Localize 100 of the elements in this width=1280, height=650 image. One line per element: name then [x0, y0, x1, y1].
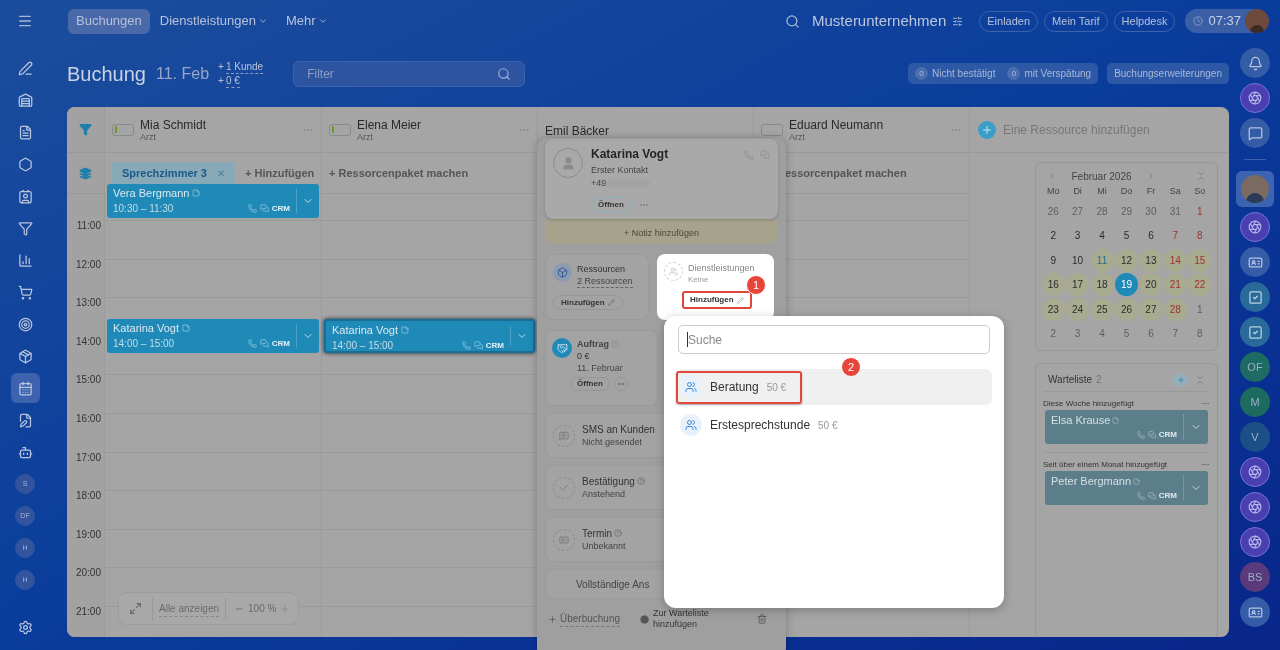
swirl-icon[interactable]: [1240, 212, 1270, 242]
add-button[interactable]: [1172, 373, 1189, 386]
add-note-button[interactable]: + Notiz hinzufügen: [545, 219, 778, 245]
task-icon[interactable]: [1240, 317, 1270, 347]
more-icon[interactable]: [1201, 399, 1210, 408]
calendar-day[interactable]: 30: [1139, 199, 1163, 223]
sliders-icon[interactable]: [952, 15, 964, 27]
collapse-icon[interactable]: [1195, 374, 1205, 385]
calendar-day[interactable]: 6: [1139, 224, 1163, 248]
phone-icon[interactable]: [247, 339, 257, 349]
calendar-day[interactable]: 18: [1090, 273, 1114, 297]
expand-icon[interactable]: [129, 602, 142, 615]
crm-link[interactable]: CRM: [1158, 489, 1177, 502]
calendar-day[interactable]: 5: [1115, 322, 1138, 346]
calendar-day[interactable]: 24: [1066, 297, 1090, 321]
swirl-icon[interactable]: [1240, 83, 1270, 113]
crm-link[interactable]: CRM: [271, 202, 290, 215]
calendar-day[interactable]: 23: [1041, 297, 1065, 321]
calendar-day[interactable]: 9: [1041, 248, 1065, 272]
calendar-day[interactable]: 19: [1115, 273, 1138, 297]
calendar-day[interactable]: 2: [1041, 224, 1065, 248]
calendar-day[interactable]: 27: [1139, 297, 1163, 321]
calendar-day[interactable]: 26: [1041, 199, 1065, 223]
add-link[interactable]: + Hinzufügen: [245, 164, 315, 182]
search-icon[interactable]: [785, 13, 801, 29]
calendar-day[interactable]: 5: [1115, 224, 1138, 248]
user-avatar[interactable]: [1236, 171, 1274, 207]
calendar-day[interactable]: 31: [1163, 199, 1187, 223]
search-field[interactable]: Suche: [678, 325, 990, 354]
nav-tab[interactable]: Buchungen: [68, 8, 150, 34]
settings-icon[interactable]: [17, 620, 33, 635]
calendar-day[interactable]: 8: [1188, 224, 1212, 248]
next-icon[interactable]: [1146, 171, 1156, 181]
status-filter[interactable]: mit Verspätung: [1024, 66, 1092, 81]
more-icon[interactable]: [1201, 460, 1210, 469]
calendar-day[interactable]: 7: [1163, 224, 1187, 248]
id-card-icon[interactable]: [1240, 247, 1270, 277]
calendar-day[interactable]: 1: [1188, 297, 1212, 321]
avatar-badge[interactable]: OF: [1240, 352, 1270, 382]
nav-tab[interactable]: Dienstleistungen: [151, 8, 276, 34]
calendar-day[interactable]: 14: [1163, 248, 1187, 272]
previous-icon[interactable]: [1047, 171, 1057, 181]
search-icon[interactable]: [497, 66, 512, 81]
calendar-day[interactable]: 28: [1163, 297, 1187, 321]
calendar-day[interactable]: 22: [1188, 273, 1212, 297]
waitlist-link[interactable]: Zur Warteliste hinzufügen: [653, 608, 724, 631]
collapse-icon[interactable]: [1196, 171, 1206, 181]
resource-name[interactable]: Eduard Neumann: [789, 119, 944, 131]
add-resource-button[interactable]: [978, 120, 996, 139]
calendar-day[interactable]: 10: [1066, 248, 1090, 272]
swirl-icon[interactable]: [1240, 527, 1270, 557]
calendar-day[interactable]: 21: [1163, 273, 1187, 297]
calendar-day[interactable]: 4: [1090, 322, 1114, 346]
calendar-day[interactable]: 2: [1041, 322, 1065, 346]
user-avatar[interactable]: [1245, 9, 1269, 33]
phone-icon[interactable]: [461, 341, 471, 351]
phone-icon[interactable]: [1136, 430, 1145, 439]
help-icon[interactable]: [636, 477, 645, 486]
calendar-day[interactable]: 20: [1139, 273, 1163, 297]
avatar-badge[interactable]: BS: [1240, 562, 1270, 592]
swirl-icon[interactable]: [1240, 457, 1270, 487]
layers-icon[interactable]: [79, 166, 92, 180]
filter-field[interactable]: Filter: [293, 60, 526, 87]
waitlist-card[interactable]: Peter Bergmann CRM: [1045, 471, 1208, 505]
calendar-day[interactable]: 29: [1115, 199, 1138, 223]
calendar-day[interactable]: 4: [1090, 224, 1114, 248]
menu-icon[interactable]: [17, 13, 33, 29]
crm-link[interactable]: CRM: [485, 339, 504, 352]
calendar-day[interactable]: 12: [1115, 248, 1138, 272]
resource-name[interactable]: Mia Schmidt: [140, 119, 296, 131]
tile-value[interactable]: 2 Ressourcen: [577, 275, 633, 289]
trash-icon[interactable]: [757, 614, 767, 625]
avatar-badge[interactable]: V: [1240, 422, 1270, 452]
stat-link[interactable]: 0 €: [225, 73, 240, 88]
nav-tab[interactable]: Mehr: [277, 8, 336, 34]
calendar-day[interactable]: 17: [1066, 273, 1090, 297]
calendar-day[interactable]: 3: [1066, 224, 1090, 248]
clock-pill[interactable]: 07:37: [1185, 9, 1267, 33]
avatar-badge[interactable]: M: [1240, 387, 1270, 417]
calendar-day[interactable]: 26: [1115, 297, 1138, 321]
swirl-icon[interactable]: [1240, 492, 1270, 522]
extensions-button[interactable]: Buchungserweiterungen: [1107, 63, 1229, 84]
resource-name[interactable]: Elena Meier: [357, 119, 512, 131]
calendar-icon[interactable]: [10, 373, 40, 403]
package-chip[interactable]: Sprechzimmer 3 ✕: [112, 161, 235, 185]
calendar-day[interactable]: 27: [1066, 199, 1090, 223]
calendar-day[interactable]: 15: [1188, 248, 1212, 272]
add-button[interactable]: Hinzufügen: [682, 291, 752, 310]
funnel-icon[interactable]: [79, 123, 92, 136]
show-all-link[interactable]: Alle anzeigen: [159, 600, 220, 617]
plus-icon[interactable]: [548, 614, 557, 624]
stat-link[interactable]: 1 Kunde: [225, 59, 264, 74]
calendar-day[interactable]: 1: [1188, 199, 1212, 223]
help-icon[interactable]: [614, 529, 622, 538]
appointment-card[interactable]: Katarina Vogt 14:00 – 15:00 CRM: [324, 318, 535, 353]
bell-icon[interactable]: [1240, 48, 1270, 78]
appointment-card[interactable]: Katarina Vogt 14:00 – 15:00 CRM: [107, 318, 319, 353]
calendar-day[interactable]: 11: [1090, 248, 1114, 272]
calendar-day[interactable]: 6: [1139, 322, 1163, 346]
overbooking-link[interactable]: Überbuchung: [560, 611, 621, 628]
